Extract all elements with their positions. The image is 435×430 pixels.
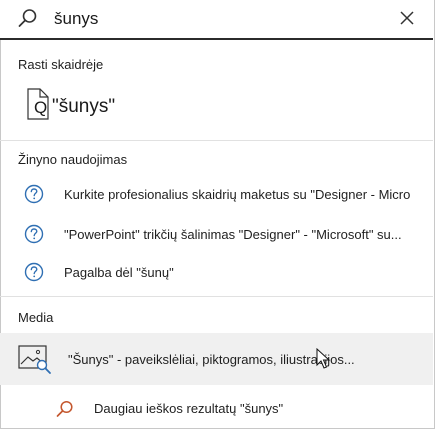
media-item-label: "Šunys" - paveikslėliai, piktogramos, il… (68, 352, 355, 367)
help-item[interactable]: Kurkite profesionalius skaidrių maketus … (0, 178, 433, 212)
help-question-icon (24, 184, 44, 204)
more-results-label: Daugiau ieškos rezultatų "šunys" (94, 401, 284, 416)
mouse-cursor-icon (316, 348, 331, 369)
media-search-item[interactable]: "Šunys" - paveikslėliai, piktogramos, il… (0, 333, 433, 385)
more-results-link[interactable]: Daugiau ieškos rezultatų "šunys" (0, 392, 433, 426)
help-question-icon (24, 262, 44, 282)
section-title-help: Žinyno naudojimas (18, 152, 128, 167)
slide-search-result[interactable]: Q "šunys" (12, 84, 422, 132)
search-glyph: Q (34, 98, 48, 117)
divider (0, 140, 433, 141)
help-question-icon (24, 224, 44, 244)
section-title-media: Media (18, 310, 54, 325)
help-item-label: Kurkite profesionalius skaidrių maketus … (64, 187, 411, 202)
section-title-slides: Rasti skaidrėje (18, 57, 104, 72)
search-bar[interactable]: šunys (0, 0, 433, 40)
close-icon[interactable] (399, 10, 415, 26)
help-item[interactable]: Pagalba dėl "šunų" (0, 256, 433, 290)
help-item-label: Pagalba dėl "šunų" (64, 265, 174, 280)
help-item-label: "PowerPoint" trikčių šalinimas "Designer… (64, 227, 402, 242)
slide-result-label: "šunys" (52, 96, 116, 117)
search-icon (18, 9, 37, 27)
help-item[interactable]: "PowerPoint" trikčių šalinimas "Designer… (0, 218, 433, 252)
search-icon (56, 400, 73, 417)
search-input[interactable]: šunys (54, 9, 98, 29)
image-search-icon (18, 345, 51, 374)
divider (0, 296, 433, 297)
